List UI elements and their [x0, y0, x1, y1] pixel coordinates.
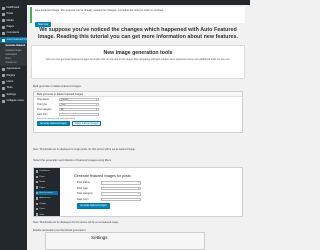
post-status-select[interactable]: Publish: [59, 97, 99, 102]
wrench-icon: [2, 87, 5, 91]
menu-icon: [36, 170, 39, 173]
embedded-menu-item: Media: [36, 180, 58, 184]
menu-label: Dashboard: [39, 170, 50, 173]
generate-button[interactable]: Generate featured images: [37, 121, 70, 127]
main-content: Auto Featured Image: We suppose you've a…: [27, 5, 250, 250]
bulk-generate-panel: Bulk generate or delete featured images …: [33, 91, 243, 133]
settings-panel: Settings: [45, 232, 205, 250]
sidebar-item-label: Tools: [6, 86, 13, 90]
menu-icon: [36, 186, 39, 189]
collapse-icon: [2, 99, 5, 103]
filter-generate-screenshot: Dashboard Posts Media Pages Auto Feature…: [33, 167, 243, 217]
pin-icon: [2, 13, 5, 17]
delete-button[interactable]: Delete featured images: [71, 121, 102, 127]
embedded-menu-item: Users: [36, 207, 58, 211]
intro-title: New image generation tools: [103, 50, 173, 56]
embedded-sidebar: Dashboard Posts Media Pages Auto Feature…: [34, 168, 60, 216]
menu-label: Users: [39, 208, 45, 211]
menu-icon: [36, 197, 39, 200]
embedded-menu-item: Tools: [36, 213, 58, 216]
menu-icon: [36, 180, 39, 184]
panel-buttons: Generate featured images Delete featured…: [34, 120, 242, 127]
embedded-menu-item: Dashboard: [36, 169, 58, 173]
embedded-menu-item: Pages: [36, 186, 58, 190]
menu-label: Media: [39, 181, 46, 184]
section-footnote: Note: Thumbnails can be displayed, the f…: [33, 221, 119, 224]
menu-label: Tools: [39, 213, 45, 216]
menu-icon: [36, 191, 39, 195]
sidebar-item-label: Media: [6, 18, 14, 22]
menu-label: Pages: [39, 186, 46, 189]
media-icon: [2, 19, 5, 23]
field-label: Date from: [37, 113, 48, 116]
settings-title: Settings: [91, 235, 108, 240]
sidebar-item-label: Pages: [6, 25, 14, 29]
field-label: Post category: [77, 192, 93, 196]
sidebar-item-label: Posts: [6, 12, 14, 16]
post-category-select[interactable]: [101, 192, 141, 196]
image-icon: [2, 38, 5, 42]
gear-icon: [2, 93, 5, 97]
embedded-menu-item: Plugins: [36, 202, 58, 206]
sidebar-item-label: Collapse menu: [6, 99, 24, 103]
admin-sidebar: Dashboard Posts Media Pages Comments Aut…: [0, 5, 31, 250]
field-label: Post status: [77, 181, 90, 185]
sidebar-item-label: Users: [6, 79, 14, 83]
sidebar-item-label: Appearance: [6, 67, 21, 71]
sidebar-item-label: Settings: [6, 92, 16, 96]
submenu-item[interactable]: Generate featured: [6, 44, 28, 48]
page-icon: [2, 25, 5, 29]
embedded-menu-item: Appearance: [36, 196, 58, 200]
section-label: Select the generation and deletion of fe…: [33, 159, 112, 162]
date-from-input[interactable]: [59, 112, 99, 117]
sidebar-item-label: Dashboard: [6, 5, 20, 9]
menu-icon: [36, 175, 39, 178]
menu-icon: [36, 202, 39, 205]
section-label: Bulk generate or delete featured images: [33, 85, 81, 88]
page-headline: We suppose you've noticed the changes wh…: [37, 27, 239, 40]
post-type-select[interactable]: Post: [59, 102, 99, 107]
menu-icon: [36, 213, 39, 216]
embedded-menu-item: Posts: [36, 175, 58, 179]
menu-label: Auto Featured: [39, 191, 53, 194]
generate-button[interactable]: Generate featured images: [77, 203, 110, 209]
embedded-form: Generate featured images for posts Post …: [74, 174, 224, 210]
date-from-input[interactable]: [101, 197, 141, 202]
menu-label: Posts: [39, 175, 45, 178]
field-label: Post category: [37, 108, 52, 111]
update-notice: Auto Featured Image: We suppose you've a…: [30, 7, 245, 27]
post-status-select[interactable]: [101, 181, 141, 185]
menu-label: Plugins: [39, 202, 47, 205]
post-category-select[interactable]: All: [59, 107, 99, 112]
panel-buttons: Generate featured images: [74, 202, 224, 209]
notice-text: Auto Featured Image: We suppose you've a…: [35, 9, 165, 12]
sidebar-submenu: Generate featured Featured image Automat…: [0, 43, 28, 67]
section-footnote: Note: Thumbnails can be displayed on sin…: [33, 148, 136, 151]
field-label: Post type: [37, 103, 47, 106]
embedded-menu-item: Auto Featured: [36, 190, 58, 195]
menu-label: Appearance: [39, 197, 51, 200]
field-label: Post status: [37, 98, 49, 101]
comment-icon: [2, 32, 5, 36]
sidebar-item-collapse[interactable]: Collapse menu: [0, 98, 27, 104]
sidebar-item-label: Comments: [6, 31, 20, 35]
field-label: Date from: [77, 198, 89, 202]
field-label: Post type: [77, 186, 88, 190]
embedded-title: Generate featured images for posts: [74, 174, 131, 178]
intro-box: New image generation tools Now you can g…: [31, 45, 245, 79]
intro-subtitle: Now you can generate featured images by …: [45, 58, 231, 61]
post-type-select[interactable]: [101, 186, 141, 191]
sidebar-item-label: Plugins: [6, 73, 16, 77]
plug-icon: [2, 74, 5, 78]
user-icon: [2, 80, 5, 84]
menu-icon: [36, 207, 39, 211]
brush-icon: [2, 67, 5, 71]
dashboard-icon: [2, 6, 5, 10]
submenu-item[interactable]: Contact us: [6, 61, 28, 65]
